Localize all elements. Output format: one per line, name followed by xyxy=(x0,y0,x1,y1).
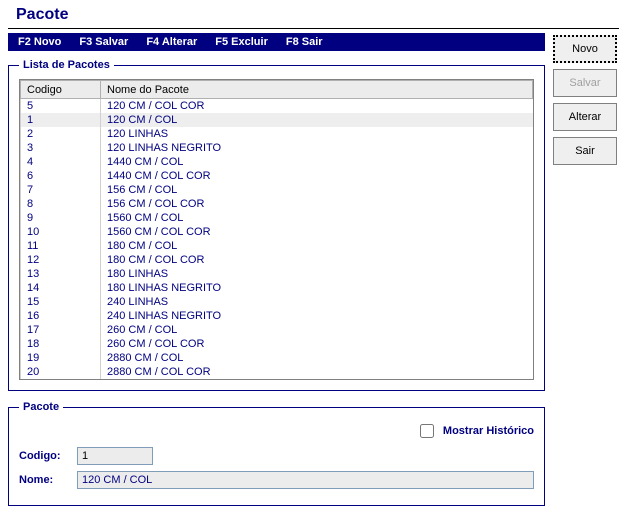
nome-field[interactable] xyxy=(77,471,534,489)
table-row[interactable]: 17260 CM / COL xyxy=(21,323,533,337)
cell-codigo: 19 xyxy=(21,351,101,365)
detail-legend: Pacote xyxy=(19,401,63,413)
mostrar-historico-label: Mostrar Histórico xyxy=(443,425,534,437)
codigo-label: Codigo: xyxy=(19,450,67,462)
novo-button[interactable]: Novo xyxy=(553,35,617,63)
table-row[interactable]: 15240 LINHAS xyxy=(21,295,533,309)
cell-codigo: 17 xyxy=(21,323,101,337)
cell-nome: 156 CM / COL xyxy=(101,183,533,197)
cell-codigo: 11 xyxy=(21,239,101,253)
cell-nome: 1440 CM / COL xyxy=(101,155,533,169)
col-header-nome[interactable]: Nome do Pacote xyxy=(101,81,533,99)
table-row[interactable]: 13180 LINHAS xyxy=(21,267,533,281)
cell-nome: 120 CM / COL xyxy=(101,113,533,127)
cell-nome: 240 LINHAS xyxy=(101,295,533,309)
page-title: Pacote xyxy=(16,6,619,24)
cell-codigo: 12 xyxy=(21,253,101,267)
col-header-codigo[interactable]: Codigo xyxy=(21,81,101,99)
table-row[interactable]: 11180 CM / COL xyxy=(21,239,533,253)
cell-codigo: 9 xyxy=(21,211,101,225)
cell-nome: 120 CM / COL COR xyxy=(101,99,533,114)
cell-nome: 180 LINHAS xyxy=(101,267,533,281)
codigo-field[interactable] xyxy=(77,447,153,465)
fkey-salvar: F3 Salvar xyxy=(79,36,128,48)
cell-nome: 120 LINHAS NEGRITO xyxy=(101,141,533,155)
fkey-novo: F2 Novo xyxy=(18,36,61,48)
cell-codigo: 16 xyxy=(21,309,101,323)
cell-nome: 180 CM / COL COR xyxy=(101,253,533,267)
fkey-sair: F8 Sair xyxy=(286,36,323,48)
title-divider xyxy=(8,28,619,29)
pacotes-table[interactable]: Codigo Nome do Pacote 5120 CM / COL COR1… xyxy=(20,80,533,379)
cell-codigo: 14 xyxy=(21,281,101,295)
cell-codigo: 4 xyxy=(21,155,101,169)
table-row[interactable]: 5120 CM / COL COR xyxy=(21,99,533,114)
table-row[interactable]: 8156 CM / COL COR xyxy=(21,197,533,211)
fkey-alterar: F4 Alterar xyxy=(146,36,197,48)
cell-nome: 240 LINHAS NEGRITO xyxy=(101,309,533,323)
table-row[interactable]: 18260 CM / COL COR xyxy=(21,337,533,351)
cell-codigo: 2 xyxy=(21,127,101,141)
cell-codigo: 10 xyxy=(21,225,101,239)
cell-codigo: 5 xyxy=(21,99,101,114)
fkey-excluir: F5 Excluir xyxy=(215,36,268,48)
table-row[interactable]: 3120 LINHAS NEGRITO xyxy=(21,141,533,155)
cell-codigo: 15 xyxy=(21,295,101,309)
detail-fieldset: Pacote Mostrar Histórico Codigo: Nome: xyxy=(8,401,545,506)
table-row[interactable]: 91560 CM / COL xyxy=(21,211,533,225)
table-row[interactable]: 202880 CM / COL COR xyxy=(21,365,533,379)
list-legend: Lista de Pacotes xyxy=(19,59,114,71)
table-row[interactable]: 14180 LINHAS NEGRITO xyxy=(21,281,533,295)
sair-button[interactable]: Sair xyxy=(553,137,617,165)
cell-codigo: 1 xyxy=(21,113,101,127)
table-row[interactable]: 16240 LINHAS NEGRITO xyxy=(21,309,533,323)
mostrar-historico-checkbox[interactable] xyxy=(420,424,434,438)
table-row[interactable]: 7156 CM / COL xyxy=(21,183,533,197)
cell-codigo: 20 xyxy=(21,365,101,379)
table-row[interactable]: 41440 CM / COL xyxy=(21,155,533,169)
cell-nome: 180 CM / COL xyxy=(101,239,533,253)
fkey-bar: F2 Novo F3 Salvar F4 Alterar F5 Excluir … xyxy=(8,33,545,51)
nome-label: Nome: xyxy=(19,474,67,486)
cell-nome: 1560 CM / COL COR xyxy=(101,225,533,239)
table-row[interactable]: 12180 CM / COL COR xyxy=(21,253,533,267)
cell-nome: 156 CM / COL COR xyxy=(101,197,533,211)
table-row[interactable]: 1120 CM / COL xyxy=(21,113,533,127)
cell-codigo: 3 xyxy=(21,141,101,155)
cell-nome: 2880 CM / COL xyxy=(101,351,533,365)
list-fieldset: Lista de Pacotes Codigo Nome do Pacote 5… xyxy=(8,59,545,391)
cell-codigo: 8 xyxy=(21,197,101,211)
cell-nome: 120 LINHAS xyxy=(101,127,533,141)
cell-nome: 180 LINHAS NEGRITO xyxy=(101,281,533,295)
cell-codigo: 7 xyxy=(21,183,101,197)
cell-nome: 2880 CM / COL COR xyxy=(101,365,533,379)
table-row[interactable]: 192880 CM / COL xyxy=(21,351,533,365)
cell-codigo: 18 xyxy=(21,337,101,351)
cell-codigo: 13 xyxy=(21,267,101,281)
table-row[interactable]: 2120 LINHAS xyxy=(21,127,533,141)
cell-codigo: 6 xyxy=(21,169,101,183)
table-row[interactable]: 101560 CM / COL COR xyxy=(21,225,533,239)
salvar-button: Salvar xyxy=(553,69,617,97)
alterar-button[interactable]: Alterar xyxy=(553,103,617,131)
cell-nome: 260 CM / COL xyxy=(101,323,533,337)
cell-nome: 1440 CM / COL COR xyxy=(101,169,533,183)
cell-nome: 1560 CM / COL xyxy=(101,211,533,225)
table-row[interactable]: 61440 CM / COL COR xyxy=(21,169,533,183)
cell-nome: 260 CM / COL COR xyxy=(101,337,533,351)
